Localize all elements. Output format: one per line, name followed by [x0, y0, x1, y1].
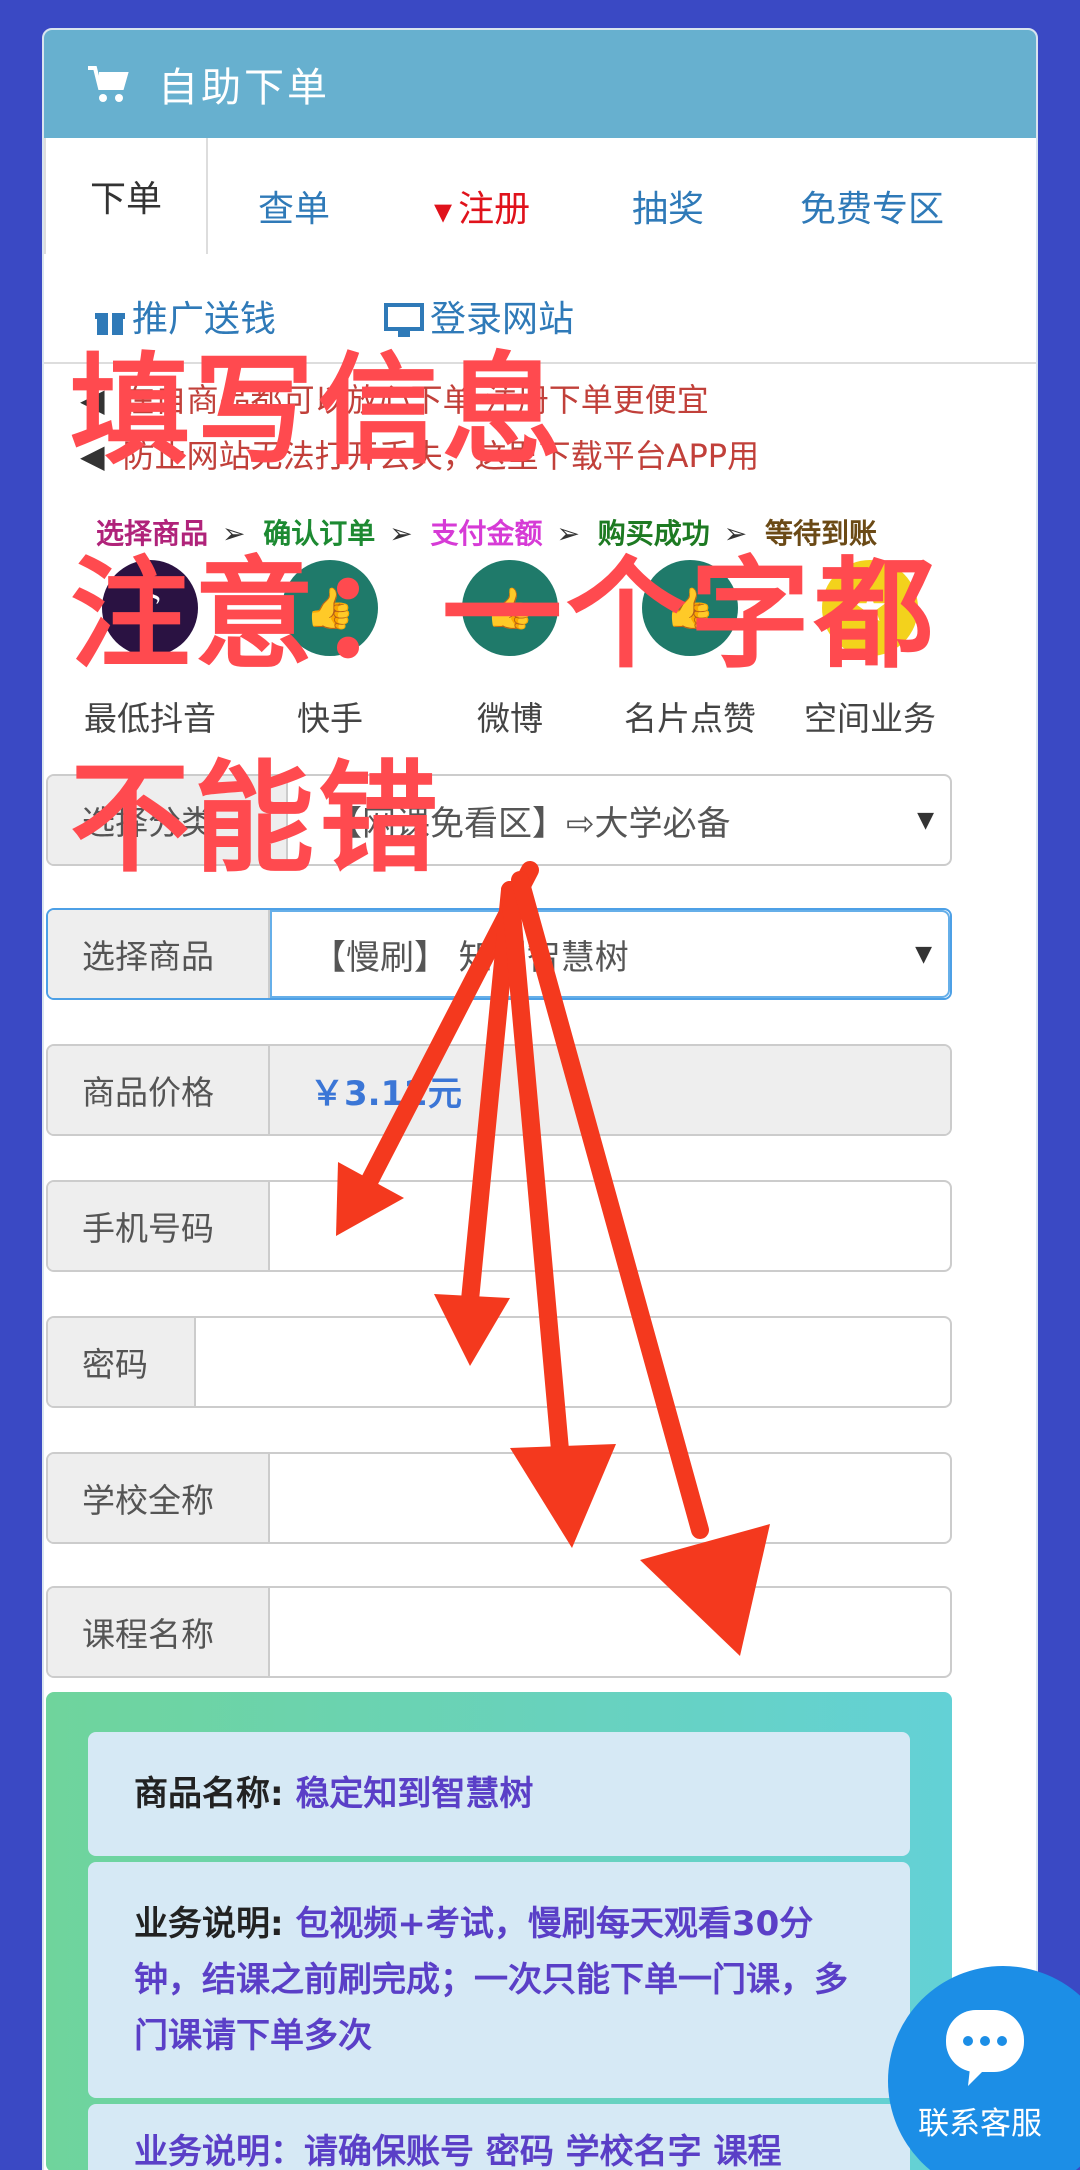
- annotation-arrowhead: [510, 1444, 616, 1548]
- annotation-warning: 注意：一个字都: [70, 546, 938, 685]
- annotation-arrowhead: [640, 1524, 770, 1656]
- annotation-title: 填写信息: [70, 342, 566, 481]
- contact-support-label: 联系客服: [918, 2106, 1042, 2142]
- chat-icon: [946, 2010, 1024, 2086]
- annotation-arrows: [336, 861, 770, 1656]
- annotation-arrowhead: [434, 1294, 510, 1366]
- annotation-warning-2: 不能错: [70, 750, 442, 889]
